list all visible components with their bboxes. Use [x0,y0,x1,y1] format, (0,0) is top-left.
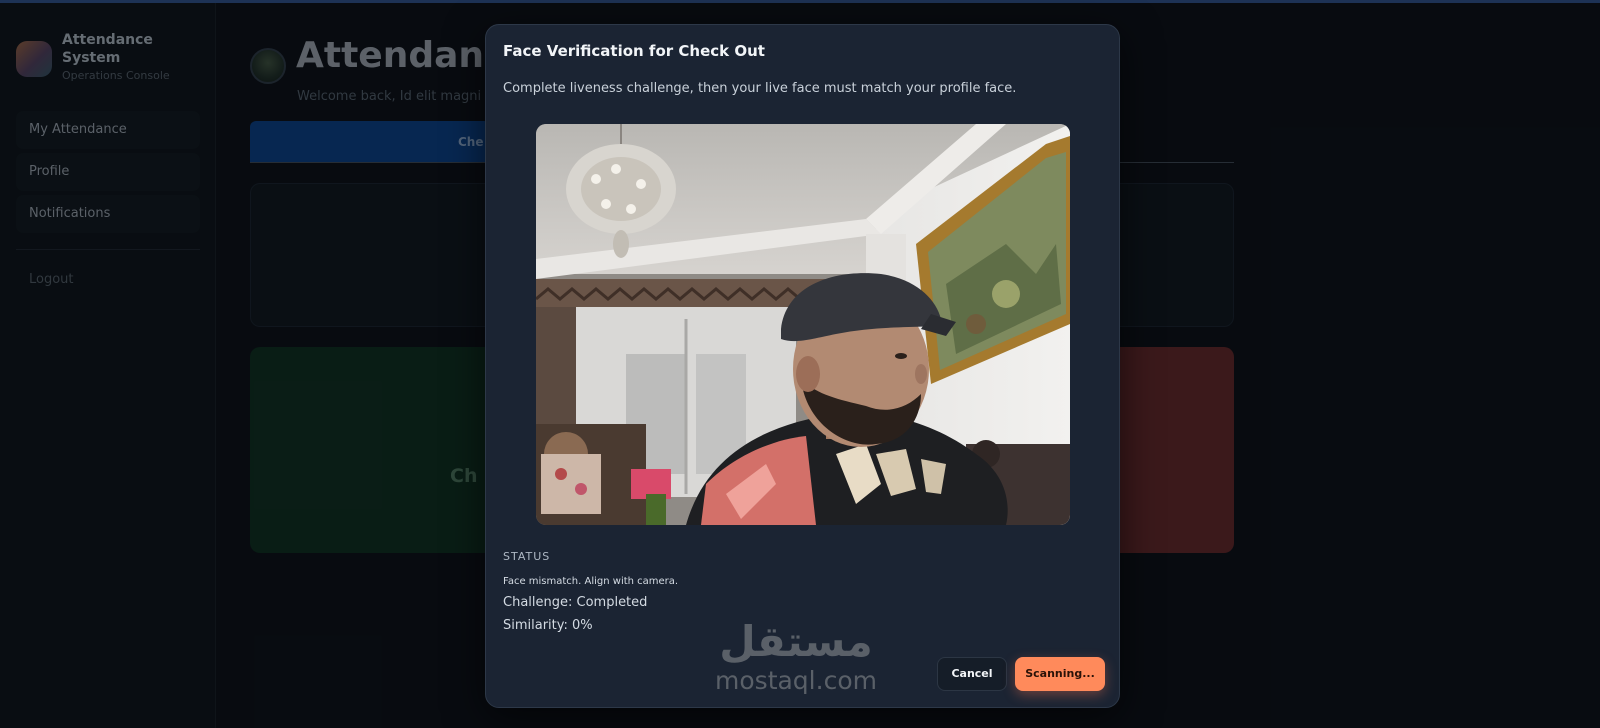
watermark: مستقل mostaql.com [696,617,896,695]
watermark-arabic: مستقل [719,617,873,666]
similarity-score: Similarity: 0% [503,618,593,633]
camera-feed-image [536,124,1070,525]
status-message: Face mismatch. Align with camera. [503,576,679,587]
cancel-button[interactable]: Cancel [937,657,1007,691]
scanning-button[interactable]: Scanning... [1015,657,1105,691]
status-label: STATUS [503,550,551,563]
modal-title: Face Verification for Check Out [503,42,765,60]
camera-preview [536,124,1070,525]
watermark-latin: mostaql.com [715,666,877,695]
face-verification-modal: Face Verification for Check Out Complete… [485,24,1120,708]
modal-description: Complete liveness challenge, then your l… [503,81,1017,96]
challenge-status: Challenge: Completed [503,595,648,610]
